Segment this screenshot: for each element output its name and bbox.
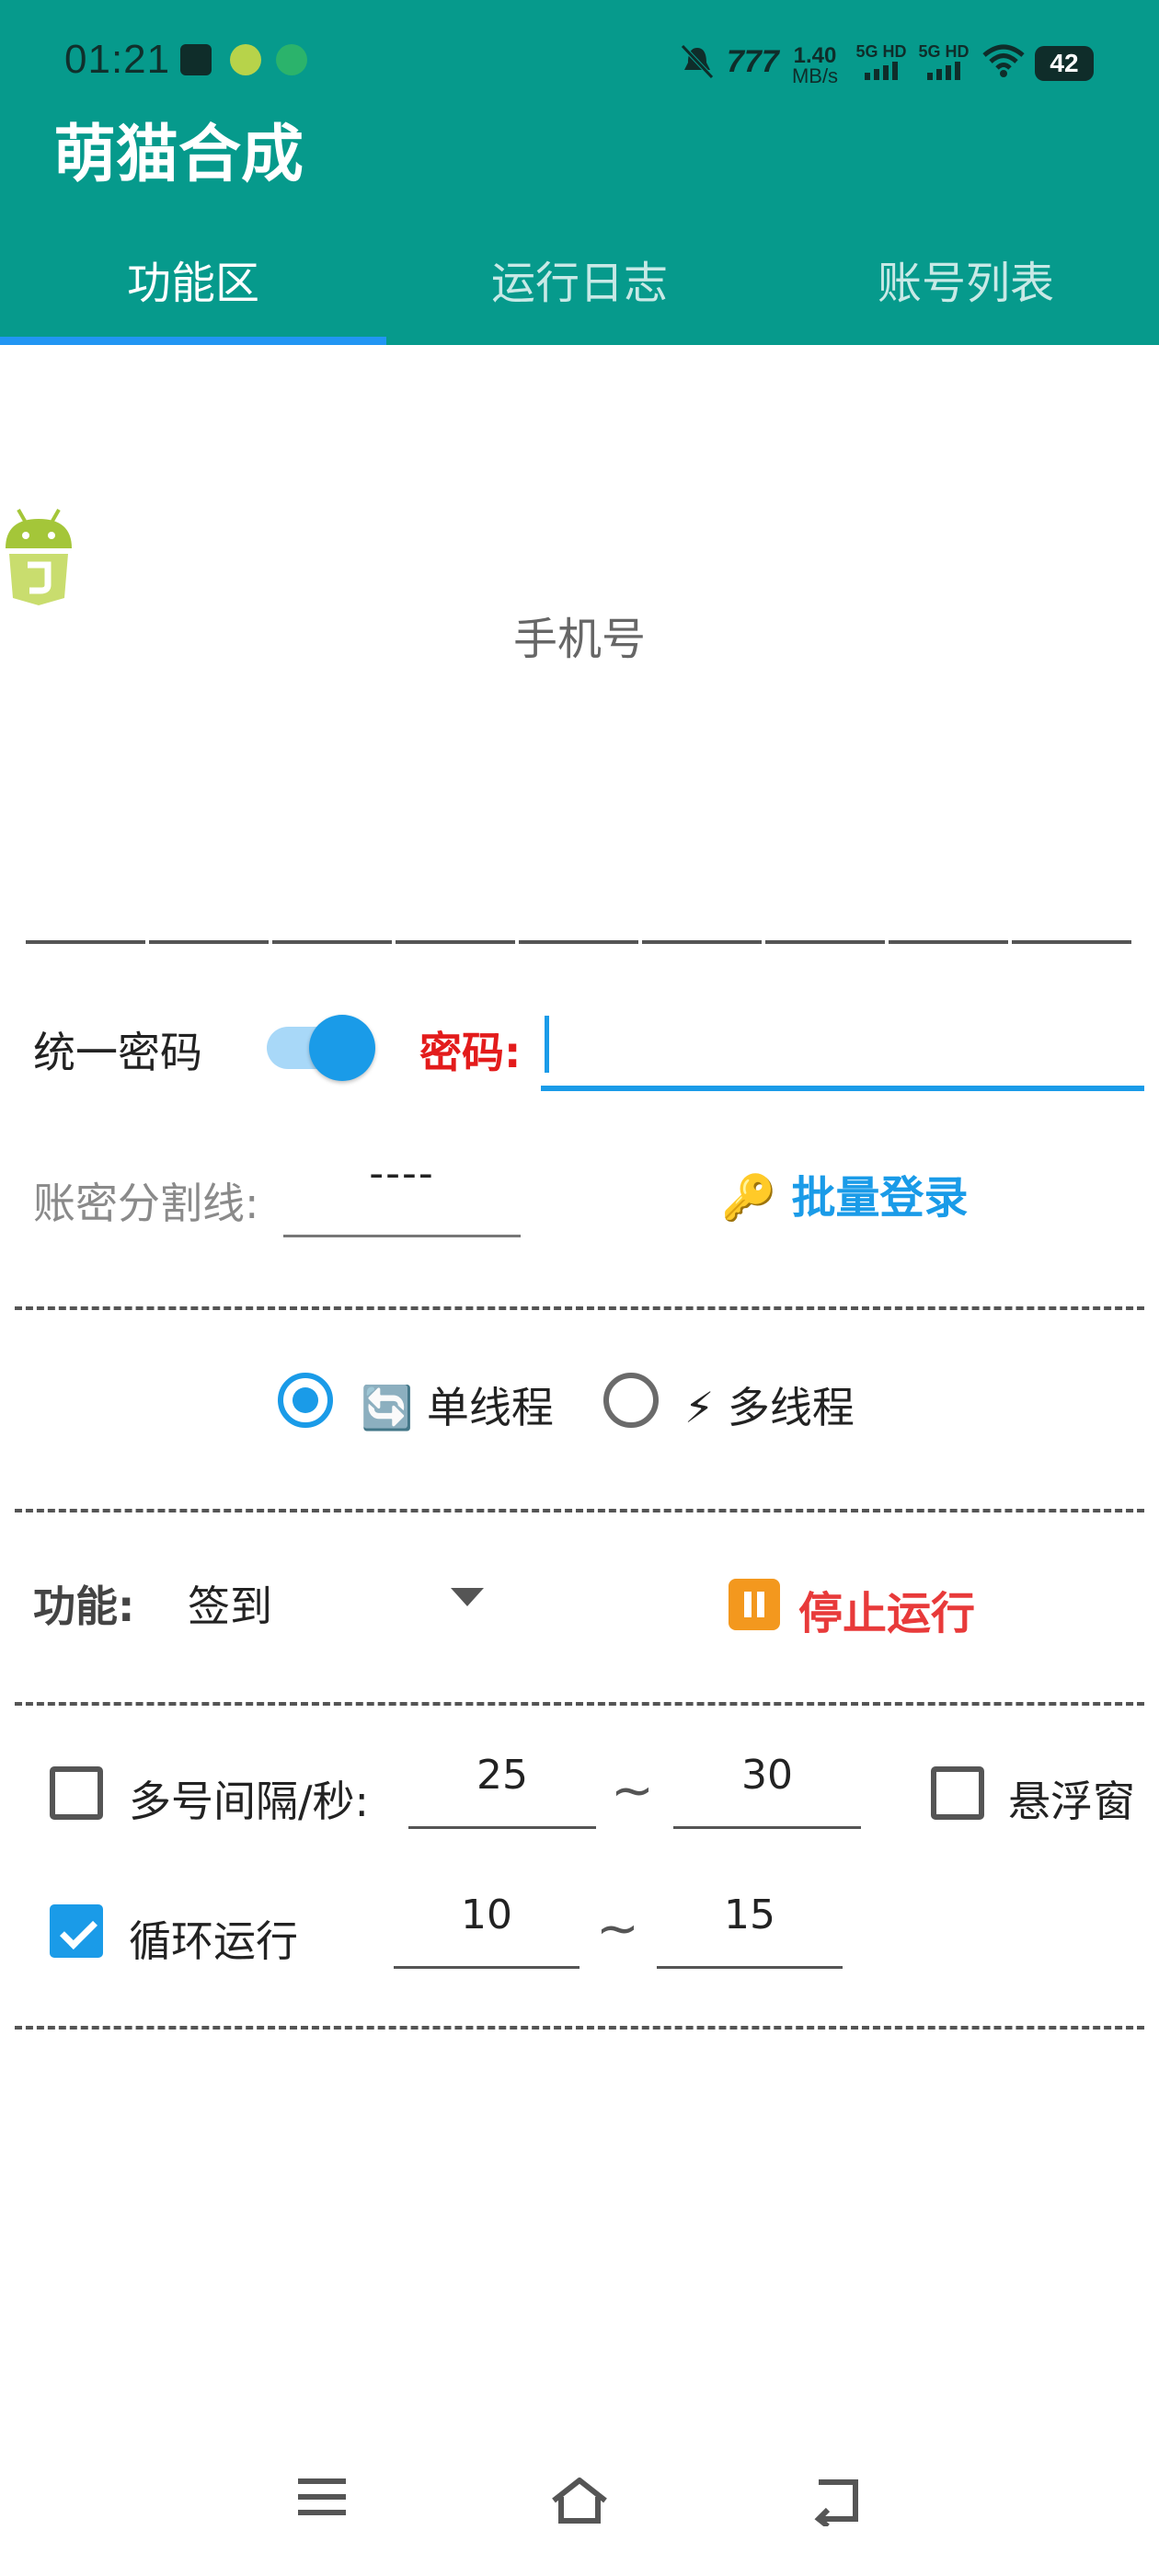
multi-thread-radio[interactable] [603, 1373, 659, 1428]
carrier-logo-icon: 777 [727, 44, 779, 79]
single-thread-radio[interactable] [278, 1373, 333, 1428]
interval-checkbox[interactable] [50, 1766, 103, 1820]
wifi-icon [982, 44, 1025, 77]
home-icon[interactable] [548, 2475, 611, 2526]
float-window-checkbox[interactable] [931, 1766, 984, 1820]
tab-indicator [0, 337, 386, 345]
stop-run-label: 停止运行 [798, 1588, 976, 1639]
colorful-app-icon [276, 44, 307, 75]
single-thread-label[interactable]: 🔄 单线程 [361, 1374, 554, 1435]
interval-tilde: ~ [611, 1761, 654, 1821]
notification-icon [180, 44, 212, 75]
net-speed-unit: MB/s [791, 64, 839, 87]
tab-function-area[interactable]: 功能区 [0, 247, 386, 339]
pause-icon [729, 1579, 780, 1630]
net-speed: 1.40 MB/s [787, 43, 843, 87]
dashed-divider [15, 2026, 1144, 2030]
menu-icon[interactable] [296, 2475, 348, 2519]
dashed-divider [15, 1306, 1144, 1310]
function-label: 功能: [33, 1581, 135, 1631]
sim2-signal: 5G HD [916, 42, 971, 84]
loop-min-input[interactable]: 10 [394, 1880, 580, 1969]
unified-password-label: 统一密码 [33, 1028, 202, 1077]
net-speed-value: 1.40 [793, 43, 837, 68]
mute-bell-icon [681, 44, 714, 79]
app-notification-icon [230, 44, 261, 75]
app-title: 萌猫合成 [53, 119, 304, 191]
signal-bars-icon [865, 62, 898, 80]
tab-account-list[interactable]: 账号列表 [773, 247, 1159, 339]
separator-input[interactable]: ---- [283, 1150, 521, 1237]
interval-min-input[interactable]: 25 [408, 1741, 596, 1829]
tab-label: 功能区 [126, 258, 259, 309]
dashed-divider [15, 1702, 1144, 1706]
loop-run-checkbox[interactable] [50, 1904, 103, 1958]
battery-indicator: 42 [1035, 46, 1094, 81]
status-time: 01:21 [64, 37, 171, 82]
float-window-label: 悬浮窗 [1008, 1777, 1135, 1826]
chevron-down-icon [451, 1588, 484, 1606]
interval-max-input[interactable]: 30 [673, 1741, 861, 1829]
loop-tilde: ~ [596, 1899, 639, 1959]
function-selected: 签到 [188, 1581, 272, 1631]
interval-label: 多号间隔/秒: [129, 1777, 369, 1826]
tab-label: 运行日志 [490, 258, 668, 309]
batch-login-button[interactable]: 🔑 批量登录 [721, 1161, 968, 1225]
toggle-knob[interactable] [309, 1015, 375, 1081]
password-input[interactable] [541, 1010, 1144, 1091]
sim1-signal: 5G HD [854, 42, 909, 84]
phone-textarea[interactable] [26, 405, 1133, 944]
loop-run-label: 循环运行 [129, 1916, 298, 1966]
tab-run-log[interactable]: 运行日志 [386, 247, 773, 339]
multi-thread-label[interactable]: ⚡ 多线程 [684, 1374, 855, 1435]
loop-max-input[interactable]: 15 [657, 1880, 843, 1969]
separator-label: 账密分割线: [33, 1179, 259, 1228]
text-cursor [545, 1016, 549, 1073]
dashed-divider [15, 1509, 1144, 1512]
sim2-label: 5G HD [918, 42, 970, 61]
back-icon[interactable] [809, 2475, 865, 2526]
sim1-label: 5G HD [855, 42, 907, 61]
phone-placeholder: 手机号 [512, 614, 646, 665]
tab-label: 账号列表 [877, 258, 1054, 309]
signal-bars-icon [927, 62, 960, 80]
phone-textarea-underline [26, 940, 1133, 944]
password-label: 密码: [419, 1028, 522, 1077]
stop-run-button[interactable]: 停止运行 [729, 1564, 1004, 1639]
function-dropdown[interactable]: 签到 [180, 1553, 493, 1636]
